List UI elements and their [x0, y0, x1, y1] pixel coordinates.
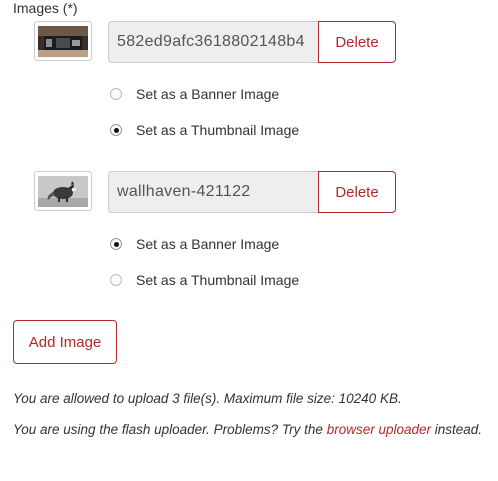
banner-option-2[interactable]: Set as a Banner Image	[110, 236, 279, 252]
delete-image-button-1[interactable]: Delete	[318, 21, 396, 63]
banner-radio-2[interactable]	[110, 238, 122, 250]
add-image-button[interactable]: Add Image	[13, 320, 117, 364]
image-filename-field-2[interactable]: wallhaven-421122	[108, 171, 319, 213]
flash-note-suffix: instead.	[431, 422, 483, 437]
upload-limit-note: You are allowed to upload 3 file(s). Max…	[13, 391, 402, 406]
browser-uploader-link[interactable]: browser uploader	[327, 422, 431, 437]
images-field-label: Images (*)	[13, 0, 78, 16]
thumbnail-option-1[interactable]: Set as a Thumbnail Image	[110, 122, 299, 138]
image-thumbnail-1	[34, 21, 92, 61]
image-thumbnail-2	[34, 171, 92, 211]
flash-note-prefix: You are using the flash uploader. Proble…	[13, 422, 327, 437]
flash-uploader-note: You are using the flash uploader. Proble…	[13, 422, 482, 437]
fox-image-thumbnail-icon	[38, 175, 88, 207]
thumbnail-option-label-1: Set as a Thumbnail Image	[136, 122, 300, 138]
image-filename-field-1[interactable]: 582ed9afc3618802148b4	[108, 21, 319, 63]
delete-image-button-2[interactable]: Delete	[318, 171, 396, 213]
thumbnail-option-label-2: Set as a Thumbnail Image	[136, 272, 300, 288]
banner-option-1[interactable]: Set as a Banner Image	[110, 86, 279, 102]
thumbnail-option-2[interactable]: Set as a Thumbnail Image	[110, 272, 299, 288]
thumbnail-radio-2[interactable]	[110, 274, 122, 286]
banner-radio-1[interactable]	[110, 88, 122, 100]
banner-option-label-1: Set as a Banner Image	[136, 86, 280, 102]
banner-option-label-2: Set as a Banner Image	[136, 236, 280, 252]
dark-image-thumbnail-icon	[38, 25, 88, 57]
thumbnail-radio-1[interactable]	[110, 124, 122, 136]
